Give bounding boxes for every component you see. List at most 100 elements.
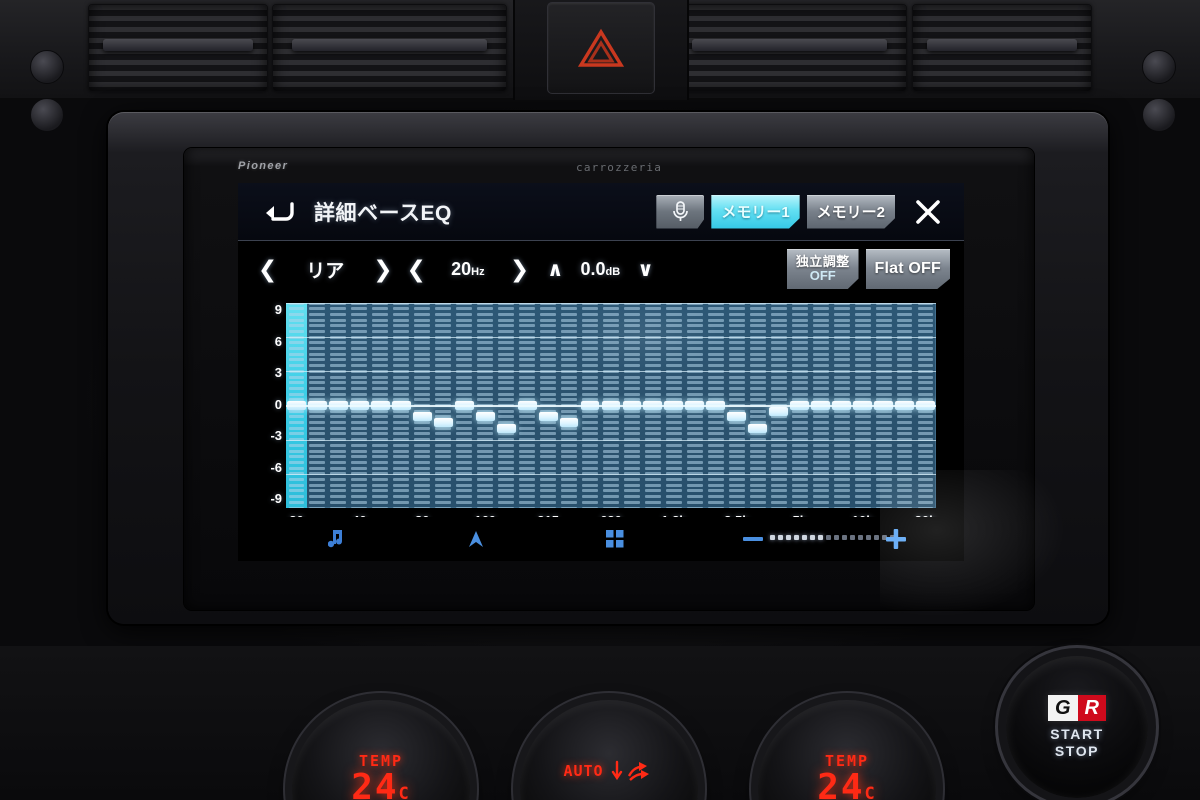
voice-mic-button[interactable] [656,194,705,229]
eq-band-tick [791,415,808,419]
eq-band-tick [791,478,808,482]
eq-band-tick [435,364,452,368]
eq-band-tick [728,421,745,425]
eq-band-tick [372,318,389,322]
eq-band-tick [477,312,494,316]
eq-band-knob[interactable] [433,418,453,428]
eq-band-tick [414,307,431,311]
eq-band-tick [644,375,661,379]
eq-band-tick [498,495,515,499]
apps-button[interactable] [606,530,624,548]
eq-band-tick [372,483,389,487]
volume-level-indicator[interactable] [770,535,895,540]
frequency-selector: ❮ 20Hz ❯ [407,256,530,283]
eq-band-tick [456,375,473,379]
eq-band-tick [330,312,347,316]
eq-band-tick [351,341,368,345]
channel-prev-button[interactable]: ❮ [258,256,277,283]
gain-decrease-button[interactable]: ∨ [637,257,653,282]
eq-band-tick [707,381,724,385]
flat-button[interactable]: Flat OFF [865,249,950,289]
eq-band-tick [330,432,347,436]
eq-band-knob[interactable] [727,412,747,422]
eq-band-knob[interactable] [496,423,516,433]
volume-down-button[interactable] [743,535,763,543]
eq-band-tick [854,381,871,385]
eq-band-tick [875,489,892,493]
eq-band-tick [623,364,640,368]
back-button[interactable] [264,197,298,227]
eq-band-tick [728,347,745,351]
eq-band-tick [728,478,745,482]
eq-band-tick [372,449,389,453]
eq-band-tick [644,364,661,368]
gain-value: 0.0dB [563,259,637,280]
eq-band-tick [623,415,640,419]
eq-band-tick [644,352,661,356]
frequency-prev-button[interactable]: ❮ [407,256,426,283]
eq-band-tick [603,500,619,504]
eq-band-knob[interactable] [769,406,789,416]
eq-band-tick [896,329,913,333]
eq-band-tick [875,312,892,316]
eq-band-tick [477,495,494,499]
eq-band-tick [519,495,536,499]
eq-band-tick [644,312,661,316]
eq-plot[interactable] [286,303,936,508]
channel-next-button[interactable]: ❯ [373,256,392,283]
navigation-button[interactable] [468,530,484,548]
independent-adjust-button[interactable]: 独立調整 OFF [786,249,859,289]
hazard-lights-button[interactable] [547,2,655,94]
gain-increase-button[interactable]: ∧ [547,257,563,282]
eq-band-knob[interactable] [412,412,432,422]
close-button[interactable] [908,194,948,230]
frequency-next-button[interactable]: ❯ [510,256,529,283]
eq-band-tick [812,329,829,333]
eq-band-tick [351,432,368,436]
eq-band-tick [561,347,577,351]
eq-band-tick [414,392,431,396]
eq-band-tick [582,358,598,362]
eq-band-tick [414,329,431,333]
engine-start-stop-button[interactable]: G R START STOP [1006,656,1148,798]
eq-band-knob[interactable] [475,412,495,422]
eq-band-tick [896,341,913,345]
stop-label: STOP [1054,742,1100,759]
air-vent-right-outer [912,4,1092,92]
eq-band-tick [603,460,619,464]
right-dial-display: TEMP 24C [758,752,936,800]
eq-band-tick [414,358,431,362]
eq-band-tick [456,341,473,345]
eq-band-tick [309,312,326,316]
eq-band-tick [770,352,787,356]
eq-band-tick [330,495,347,499]
eq-band-tick [288,449,305,453]
eq-band-tick [875,449,892,453]
eq-band-tick [896,415,913,419]
eq-band-tick [477,364,494,368]
eq-zero-line [286,404,936,407]
eq-band-tick [665,341,682,345]
eq-band-tick [623,347,640,351]
eq-band-tick [477,455,494,459]
eq-band-tick [435,318,452,322]
eq-band-tick [561,358,577,362]
memory-1-button[interactable]: メモリー1 [711,194,800,229]
eq-band-tick [854,352,871,356]
eq-band-tick [665,415,682,419]
eq-band-tick [707,409,724,413]
eq-band-knob[interactable] [748,423,768,433]
eq-band-tick [309,460,326,464]
eq-band-knob[interactable] [559,418,579,428]
volume-up-button[interactable] [886,529,906,549]
eq-band-tick [833,443,850,447]
eq-band-tick [770,341,787,345]
memory-2-button[interactable]: メモリー2 [806,194,895,229]
eq-band-knob[interactable] [538,412,558,422]
eq-band-tick [393,443,410,447]
music-note-icon [328,530,342,548]
music-source-button[interactable] [328,530,344,548]
eq-band-tick [330,392,347,396]
eq-band-tick [582,375,598,379]
eq-band-tick [393,307,410,311]
